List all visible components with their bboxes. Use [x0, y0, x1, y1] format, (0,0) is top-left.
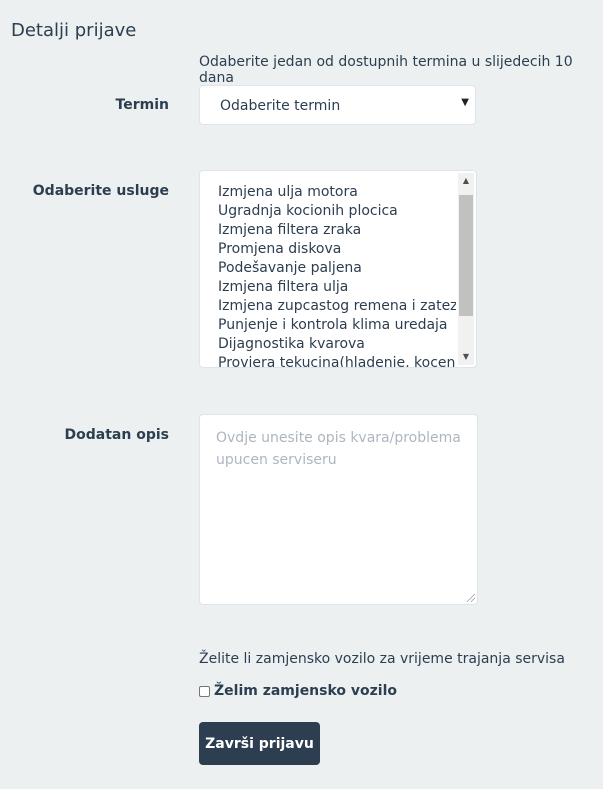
list-item[interactable]: Provjera tekucina(hladenje, kocenje): [218, 354, 456, 367]
termin-select[interactable]: Odaberite termin ▼: [199, 85, 476, 125]
listbox-scrollbar[interactable]: ▲ ▼: [458, 173, 474, 365]
opis-placeholder: Ovdje unesite opis kvara/problema upucen…: [216, 430, 461, 468]
usluge-listbox[interactable]: Izmjena ulja motora Ugradnja kocionih plo…: [199, 170, 477, 368]
list-item[interactable]: Izmjena zupcastog remena i zatezaca: [218, 297, 456, 316]
usluge-label: Odaberite usluge: [32, 183, 169, 199]
scroll-up-icon[interactable]: ▲: [458, 173, 474, 189]
vozilo-question: Želite li zamjensko vozilo za vrijeme tr…: [199, 651, 565, 667]
vozilo-checkbox[interactable]: [199, 685, 210, 697]
submit-button[interactable]: Završi prijavu: [199, 722, 320, 765]
list-item[interactable]: Dijagnostika kvarova: [218, 335, 456, 354]
list-item[interactable]: Punjenje i kontrola klima uredaja: [218, 316, 456, 335]
list-item[interactable]: Izmjena filtera zraka: [218, 221, 456, 240]
list-item[interactable]: Ugradnja kocionih plocica: [218, 202, 456, 221]
list-item[interactable]: Promjena diskova: [218, 240, 456, 259]
list-item[interactable]: Izmjena ulja motora: [218, 183, 456, 202]
vozilo-checkbox-row[interactable]: Želim zamjensko vozilo: [199, 683, 397, 699]
dropdown-arrow-icon: ▼: [461, 97, 469, 108]
list-item[interactable]: Izmjena filtera ulja: [218, 278, 456, 297]
scroll-thumb[interactable]: [459, 195, 473, 316]
opis-textarea[interactable]: Ovdje unesite opis kvara/problema upucen…: [199, 414, 478, 605]
section-title: Detalji prijave: [11, 20, 137, 41]
termin-label: Termin: [115, 97, 169, 113]
vozilo-checkbox-label[interactable]: Želim zamjensko vozilo: [214, 683, 397, 699]
termin-selected-value: Odaberite termin: [220, 98, 341, 114]
scroll-down-icon[interactable]: ▼: [458, 349, 474, 365]
term-hint: Odaberite jedan od dostupnih termina u s…: [199, 54, 573, 86]
resize-grip-icon[interactable]: [467, 594, 475, 602]
opis-label: Dodatan opis: [64, 427, 169, 443]
list-item[interactable]: Podešavanje paljena: [218, 259, 456, 278]
usluge-list: Izmjena ulja motora Ugradnja kocionih plo…: [218, 183, 456, 367]
